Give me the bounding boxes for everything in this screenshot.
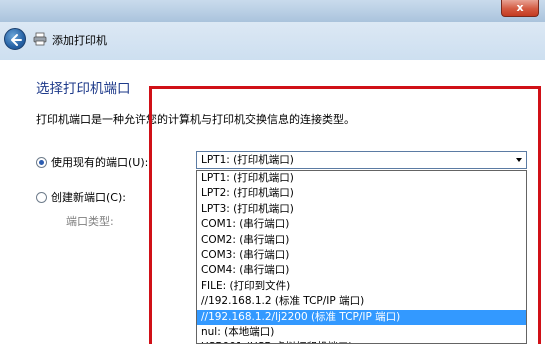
dropdown-option[interactable]: COM3: (串行端口) [197,248,526,263]
dropdown-option[interactable]: //192.168.1.2 (标准 TCP/IP 端口) [197,294,526,309]
wizard-title: 添加打印机 [52,34,107,47]
dropdown-option[interactable]: nul: (本地端口) [197,325,526,340]
use-existing-port-radio[interactable] [36,157,47,168]
page-description: 打印机端口是一种允许您的计算机与打印机交换信息的连接类型。 [36,113,355,126]
port-dropdown-list[interactable]: LPT1: (打印机端口) LPT2: (打印机端口) LPT3: (打印机端口) C… [196,170,527,344]
back-button[interactable] [4,28,26,50]
page-title: 选择打印机端口 [36,81,131,97]
navigation-bar: 添加打印机 [0,22,545,60]
close-button[interactable]: x [501,0,539,17]
use-existing-port-option[interactable]: 使用现有的端口(U): [36,154,148,170]
port-type-label: 端口类型: [66,215,114,228]
back-arrow-icon [11,34,22,46]
dropdown-option[interactable]: LPT2: (打印机端口) [197,186,526,201]
create-new-port-option[interactable]: 创建新端口(C): [36,189,126,205]
dropdown-option[interactable]: COM4: (串行端口) [197,263,526,278]
existing-port-select-value: LPT1: (打印机端口) [201,154,294,166]
add-printer-window: x 添加打印机 选择打印机端口 打印机端口是一种允许您的计算机与打印机交换信息的… [0,0,545,344]
use-existing-port-label: 使用现有的端口(U): [51,156,149,169]
dropdown-option[interactable]: USB001 (USB 虚拟打印机端口) [197,340,526,343]
dropdown-option[interactable]: LPT3: (打印机端口) [197,202,526,217]
dropdown-option[interactable]: COM2: (串行端口) [197,233,526,248]
printer-icon [33,32,47,46]
dropdown-option[interactable]: //192.168.1.2/lj2200 (标准 TCP/IP 端口) [197,309,526,325]
create-new-port-radio[interactable] [36,192,47,203]
title-bar: x [0,0,545,22]
chevron-down-icon[interactable] [516,158,522,162]
dropdown-option[interactable]: LPT1: (打印机端口) [197,171,526,186]
dropdown-option[interactable]: FILE: (打印到文件) [197,279,526,294]
create-new-port-label: 创建新端口(C): [51,191,126,204]
existing-port-select[interactable]: LPT1: (打印机端口) [196,151,527,169]
dropdown-option[interactable]: COM1: (串行端口) [197,217,526,232]
